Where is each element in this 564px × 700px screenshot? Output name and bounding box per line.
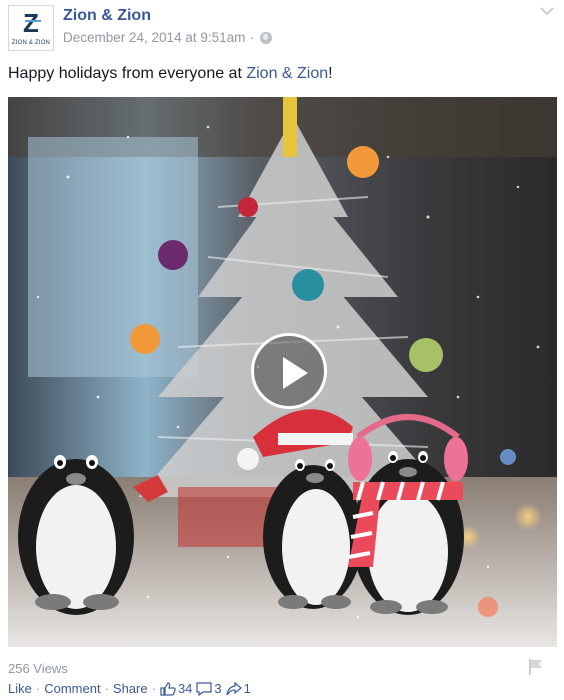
action-separator: · (151, 681, 156, 696)
thumbs-up-icon (160, 681, 176, 696)
share-link[interactable]: Share (113, 681, 148, 696)
action-separator: · (35, 681, 41, 696)
avatar-logo-text: ZION & ZION (11, 40, 51, 46)
likes-stat[interactable]: 34 (160, 681, 192, 696)
action-separator: · (104, 681, 109, 696)
comment-icon (196, 681, 213, 696)
post-actions: Like · Comment · Share · 34 3 1 (8, 681, 255, 696)
page-name-link[interactable]: Zion & Zion (63, 7, 151, 25)
flag-icon[interactable] (528, 658, 544, 676)
like-link[interactable]: Like (8, 681, 32, 696)
post-meta: December 24, 2014 at 9:51am · (63, 30, 272, 45)
comment-link[interactable]: Comment (44, 681, 100, 696)
avatar-logo-accent (25, 20, 41, 22)
avatar-logo-letter: Z (23, 8, 39, 38)
video-view-count: 256 Views (8, 661, 68, 676)
comments-count: 3 (214, 681, 222, 696)
facebook-post: Z ZION & ZION Zion & Zion December 24, 2… (0, 0, 564, 700)
message-page-link[interactable]: Zion & Zion (246, 65, 328, 82)
post-timestamp[interactable]: December 24, 2014 at 9:51am (63, 30, 245, 45)
play-button[interactable] (251, 333, 327, 409)
likes-count: 34 (177, 681, 193, 696)
globe-icon[interactable] (259, 31, 272, 44)
shares-count: 1 (243, 681, 251, 696)
post-message: Happy holidays from everyone at Zion & Z… (8, 65, 333, 83)
page-avatar[interactable]: Z ZION & ZION (8, 5, 54, 51)
video-player[interactable] (8, 97, 557, 647)
chevron-down-icon[interactable] (540, 6, 554, 16)
comments-stat[interactable]: 3 (196, 681, 222, 696)
share-icon (226, 681, 242, 695)
meta-separator: · (249, 30, 254, 45)
message-text: Happy holidays from everyone at (8, 65, 247, 82)
message-suffix: ! (328, 65, 333, 82)
play-icon (283, 357, 308, 389)
shares-stat[interactable]: 1 (226, 681, 251, 696)
